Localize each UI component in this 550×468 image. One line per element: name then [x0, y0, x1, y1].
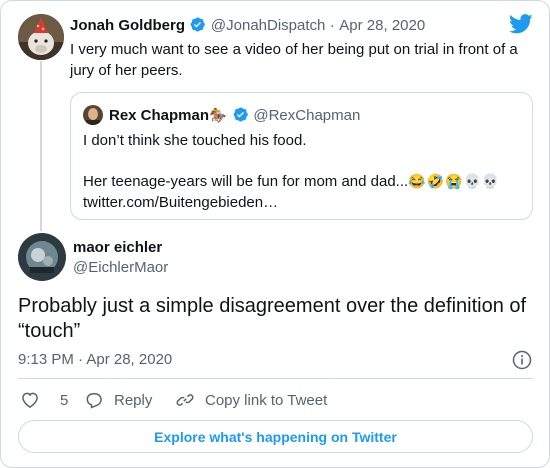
link-icon: [176, 394, 194, 406]
quoted-tweet-line2: Her teenage-years will be fun for mom an…: [83, 173, 409, 190]
info-icon[interactable]: [512, 350, 532, 370]
parent-tweet-text: I very much want to see a video of her b…: [70, 41, 518, 79]
quoted-tweet-line2-row: Her teenage-years will be fun for mom an…: [83, 171, 500, 192]
main-author-name[interactable]: maor eichler: [73, 239, 162, 256]
parent-tweet-header: Jonah Goldberg @JonahDispatch · Apr 28, …: [70, 16, 425, 35]
copy-link-label: Copy link to Tweet: [205, 391, 328, 409]
main-tweet-text: Probably just a simple disagreement over…: [18, 295, 527, 342]
thread-connector-line: [40, 61, 42, 231]
actions-divider: [18, 378, 533, 379]
main-timestamp[interactable]: 9:13 PM · Apr 28, 2020: [18, 351, 172, 368]
reply-icon: [86, 393, 102, 409]
embedded-tweet-card: Jonah Goldberg @JonahDispatch · Apr 28, …: [0, 0, 550, 468]
quoted-author-name: Rex Chapman: [109, 107, 210, 124]
like-button[interactable]: 5: [20, 389, 68, 411]
copy-link-button[interactable]: Copy link to Tweet: [175, 389, 327, 411]
parent-author-name[interactable]: Jonah Goldberg: [70, 17, 185, 34]
quoted-tweet-line1: I don’t think she touched his food.: [83, 132, 307, 149]
explore-label: Explore what's happening on Twitter: [154, 428, 397, 445]
like-count: 5: [60, 391, 69, 409]
quoted-tweet-link[interactable]: twitter.com/Buitengebieden…: [83, 192, 278, 213]
parent-separator: ·: [329, 17, 335, 34]
reply-button[interactable]: Reply: [84, 389, 152, 411]
verified-badge-icon: [189, 16, 206, 33]
name-emoji: 🏇: [209, 107, 228, 123]
quoted-tweet-emojis: 😂🤣😭💀💀: [408, 173, 501, 189]
main-handle[interactable]: @EichlerMaor: [73, 259, 168, 276]
parent-date[interactable]: Apr 28, 2020: [339, 17, 425, 34]
avatar-maor[interactable]: [18, 233, 66, 281]
quoted-handle: @RexChapman: [253, 107, 361, 124]
heart-icon: [22, 392, 38, 408]
verified-badge-icon: [232, 106, 249, 123]
explore-button[interactable]: Explore what's happening on Twitter: [18, 420, 533, 453]
parent-handle[interactable]: @JonahDispatch: [211, 17, 325, 34]
twitter-bird-icon[interactable]: [509, 14, 533, 34]
avatar-rex: [83, 105, 103, 125]
reply-label: Reply: [114, 391, 153, 409]
quoted-tweet-card[interactable]: Rex Chapman🏇 @RexChapman I don’t think s…: [70, 92, 533, 220]
quoted-tweet-header: Rex Chapman🏇 @RexChapman: [109, 106, 360, 125]
avatar-jonah[interactable]: [18, 14, 64, 60]
